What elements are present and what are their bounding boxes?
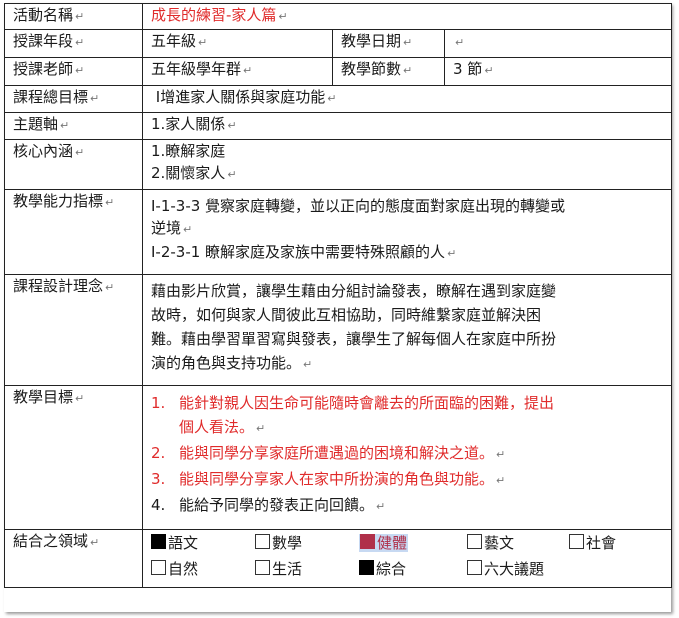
- domain-option-science[interactable]: 自然: [151, 558, 198, 580]
- design-line: 故時，如何與家人間彼此互相協助，同時維繫家庭並解決困: [151, 306, 542, 324]
- objective-item: 1. 能針對親人因生命可能隨時會離去的所面臨的困難，提出 個人看法。 ↵: [151, 394, 555, 436]
- activity-label: 活動名稱 ↵: [4, 3, 143, 30]
- row-core: 核心內涵 ↵ 1.瞭解家庭 2.關懷家人 ↵: [4, 139, 673, 190]
- date-value: ↵: [443, 29, 673, 58]
- teacher-value: 五年級學年群 ↵: [142, 57, 333, 86]
- design-line: 難。藉由學習單習寫與發表，讓學生了解每個人在家庭中所扮: [151, 330, 557, 348]
- checkbox-empty-icon[interactable]: [255, 534, 270, 549]
- objective-item: 4. 能給予同學的發表正向回饋。 ↵: [151, 496, 386, 514]
- core-line: 2.關懷家人 ↵: [151, 164, 237, 182]
- checkbox-checked-icon[interactable]: [151, 534, 166, 549]
- checkbox-empty-icon[interactable]: [467, 534, 482, 549]
- teacher-label: 授課老師 ↵: [4, 57, 143, 86]
- ability-line: I-1-3-3 覺察家庭轉變，並以正向的態度面對家庭出現的轉變或: [151, 197, 566, 215]
- ability-value: I-1-3-3 覺察家庭轉變，並以正向的態度面對家庭出現的轉變或 逆境 ↵ I-2…: [141, 189, 673, 275]
- design-value: 藉由影片欣賞，讓學生藉由分組討論發表，瞭解在遇到家庭變 故時，如何與家人間彼此互…: [141, 274, 673, 386]
- domain-option-math[interactable]: 數學: [255, 532, 302, 554]
- checkbox-empty-icon[interactable]: [569, 534, 584, 549]
- domain-option-life[interactable]: 生活: [255, 558, 302, 580]
- row-objectives: 教學目標 ↵ 1. 能針對親人因生命可能隨時會離去的所面臨的困難，提出 個人看法。 ↵…: [4, 385, 673, 530]
- row-ability: 教學能力指標 ↵ I-1-3-3 覺察家庭轉變，並以正向的態度面對家庭出現的轉變或…: [4, 189, 673, 275]
- domain-option-six-issues[interactable]: 六大議題: [467, 558, 544, 580]
- checkbox-checked-icon[interactable]: [360, 534, 375, 549]
- domains-value: 語文 數學 健體 藝文 社會 自然 生活 綜合 六大議題: [141, 529, 673, 588]
- ability-line: 逆境 ↵: [151, 219, 193, 237]
- ability-label: 教學能力指標 ↵: [4, 189, 143, 275]
- objectives-label: 教學目標 ↵: [4, 385, 143, 530]
- row-activity: 活動名稱 ↵ 成長的練習-家人篇 ↵: [4, 3, 673, 30]
- domains-label: 結合之領域 ↵: [4, 529, 143, 588]
- objectives-value: 1. 能針對親人因生命可能隨時會離去的所面臨的困難，提出 個人看法。 ↵ 2. 能與…: [141, 385, 673, 530]
- objective-item: 3. 能與同學分享家人在家中所扮演的角色與功能。 ↵: [151, 470, 506, 488]
- objective-item: 2. 能與同學分享家庭所遭遇過的困境和解決之道。 ↵: [151, 444, 506, 462]
- lesson-plan-document: 活動名稱 ↵ 成長的練習-家人篇 ↵ 授課年段 ↵ 五年級 ↵ 教學日期 ↵ ↵ 授課老師…: [4, 3, 673, 612]
- theme-label: 主題軸 ↵: [4, 112, 143, 140]
- overall-goal-value: Ⅰ增進家人關係與家庭功能 ↵: [141, 85, 673, 113]
- overall-goal-label: 課程總目標 ↵: [4, 85, 143, 113]
- domain-option-health-pe[interactable]: 健體: [359, 532, 409, 554]
- theme-value: 1.家人關係 ↵: [141, 112, 673, 140]
- row-domains: 結合之領域 ↵ 語文 數學 健體 藝文 社會 自然 生活 綜合 六大議題: [4, 529, 673, 588]
- row-theme: 主題軸 ↵ 1.家人關係 ↵: [4, 112, 673, 140]
- core-value: 1.瞭解家庭 2.關懷家人 ↵: [141, 139, 673, 190]
- lesson-plan-table: 活動名稱 ↵ 成長的練習-家人篇 ↵ 授課年段 ↵ 五年級 ↵ 教學日期 ↵ ↵ 授課老師…: [4, 3, 673, 588]
- domain-option-arts[interactable]: 藝文: [467, 532, 514, 554]
- core-label: 核心內涵 ↵: [4, 139, 143, 190]
- checkbox-checked-icon[interactable]: [359, 560, 374, 575]
- row-design: 課程設計理念 ↵ 藉由影片欣賞，讓學生藉由分組討論發表，瞭解在遇到家庭變 故時，如…: [4, 274, 673, 386]
- design-label: 課程設計理念 ↵: [4, 274, 143, 386]
- domain-option-language[interactable]: 語文: [151, 532, 198, 554]
- activity-value: 成長的練習-家人篇 ↵: [141, 3, 673, 30]
- row-teacher: 授課老師 ↵ 五年級學年群 ↵ 教學節數 ↵ 3 節 ↵: [4, 57, 673, 86]
- periods-value: 3 節 ↵: [443, 57, 673, 86]
- checkbox-empty-icon[interactable]: [151, 560, 166, 575]
- domain-option-integrative[interactable]: 綜合: [359, 558, 406, 580]
- domain-option-social[interactable]: 社會: [569, 532, 616, 554]
- design-line: 演的角色與支持功能。 ↵: [151, 354, 313, 372]
- design-line: 藉由影片欣賞，讓學生藉由分組討論發表，瞭解在遇到家庭變: [151, 282, 557, 300]
- checkbox-empty-icon[interactable]: [467, 560, 482, 575]
- row-grade: 授課年段 ↵ 五年級 ↵ 教學日期 ↵ ↵: [4, 29, 673, 58]
- core-line: 1.瞭解家庭: [151, 142, 226, 160]
- checkbox-empty-icon[interactable]: [255, 560, 270, 575]
- grade-label: 授課年段 ↵: [4, 29, 143, 58]
- date-label: 教學日期 ↵: [332, 29, 445, 58]
- ability-line: I-2-3-1 瞭解家庭及家族中需要特殊照顧的人 ↵: [151, 243, 457, 261]
- row-overall-goal: 課程總目標 ↵ Ⅰ增進家人關係與家庭功能 ↵: [4, 85, 673, 113]
- objectives-list: 1. 能針對親人因生命可能隨時會離去的所面臨的困難，提出 個人看法。 ↵ 2. 能與…: [151, 391, 663, 519]
- periods-label: 教學節數 ↵: [332, 57, 445, 86]
- grade-value: 五年級 ↵: [142, 29, 333, 58]
